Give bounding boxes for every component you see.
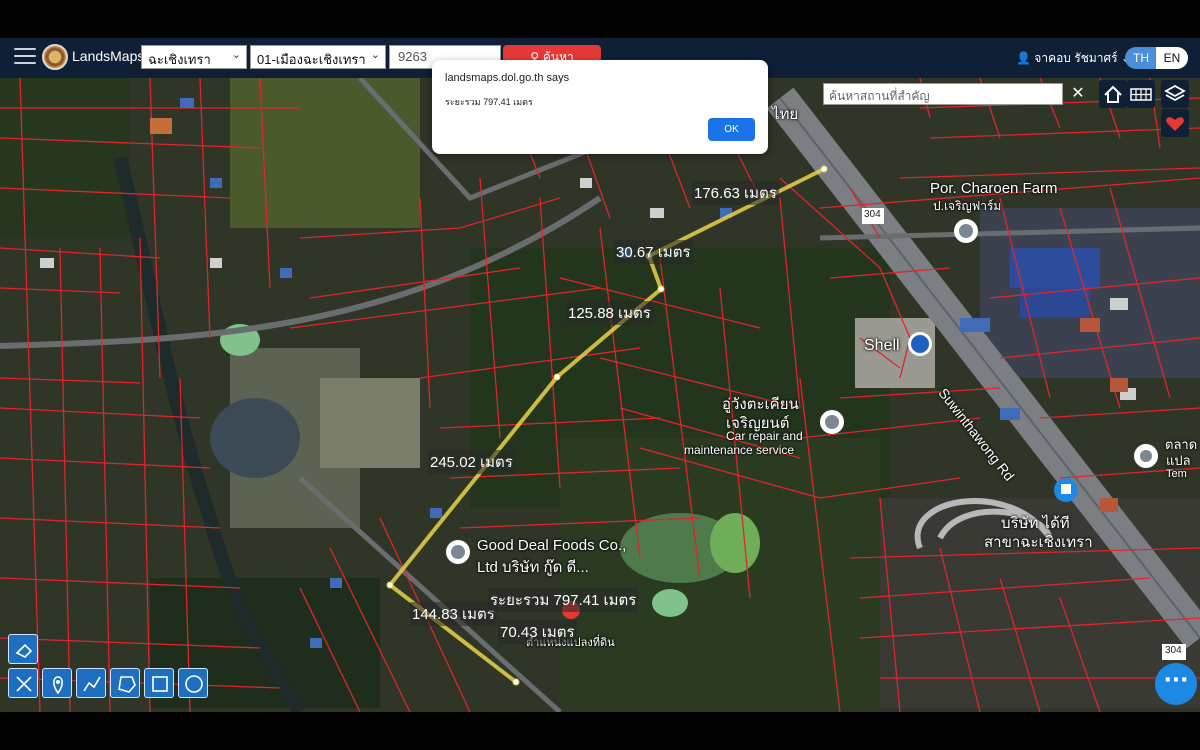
bottom-letterbox (0, 712, 1200, 750)
chevron-down-icon: ⌄ (370, 49, 380, 61)
route-badge: 304 (864, 209, 881, 220)
more-options-button[interactable]: ··· (1155, 663, 1197, 705)
polyline-icon[interactable] (76, 668, 106, 698)
place-label-repair-en1: Car repair and (726, 429, 803, 443)
district-select-value: 01-เมืองฉะเชิงเทรา (257, 52, 366, 67)
measure-label: 70.43 เมตร (498, 620, 577, 644)
lang-th-button[interactable]: TH (1125, 47, 1157, 69)
lang-en-button[interactable]: EN (1156, 47, 1188, 69)
place-search-input[interactable]: ค้นหาสถานที่สำคัญ (823, 83, 1063, 105)
circle-icon[interactable] (178, 668, 208, 698)
map-imagery (0, 78, 1200, 712)
layers-icon[interactable] (1161, 80, 1189, 108)
place-label-shell: Shell (864, 337, 900, 354)
chevron-down-icon: ⌄ (231, 49, 241, 61)
menu-icon[interactable] (14, 48, 36, 66)
dialog-title: landsmaps.dol.go.th says (445, 72, 570, 84)
polygon-icon[interactable] (110, 668, 140, 698)
ok-button[interactable]: OK (708, 118, 755, 141)
place-label-repair-en2: maintenance service (684, 443, 795, 457)
province-select[interactable]: ฉะเชิงเทรา ⌄ (141, 45, 247, 69)
place-label-market-3: Tem (1166, 468, 1187, 480)
user-name: จาคอบ รัชมาศร์ (1034, 51, 1118, 65)
route-badge-2: 304 (1165, 645, 1182, 656)
alert-dialog: landsmaps.dol.go.th says ระยะรวม 797.41 … (432, 60, 768, 154)
place-label-gooddeal-2: Ltd บริษัท กู๊ด ดี... (477, 559, 589, 576)
grid-icon[interactable] (1127, 80, 1155, 108)
measure-label: 125.88 เมตร (566, 301, 653, 325)
eraser-icon[interactable] (8, 634, 38, 664)
measure-tool-icon[interactable] (8, 668, 38, 698)
user-menu[interactable]: 👤 จาคอบ รัชมาศร์ ⌄ (1016, 49, 1131, 68)
location-pin-icon[interactable] (42, 668, 72, 698)
rectangle-icon[interactable] (144, 668, 174, 698)
favorite-heart-icon[interactable] (1161, 109, 1189, 137)
place-label-gooddeal-1: Good Deal Foods Co., (477, 537, 627, 554)
place-label-por-charoen-en: Por. Charoen Farm (930, 180, 1058, 197)
dialog-message: ระยะรวม 797.41 เมตร (445, 97, 533, 107)
place-label-company-th2: สาขาฉะเชิงเทรา (984, 534, 1093, 551)
place-label-por-charoen-th: ป.เจริญฟาร์ม (933, 199, 1002, 213)
map-canvas[interactable]: ไทย Por. Charoen Farm ป.เจริญฟาร์ม Shell… (0, 78, 1200, 712)
home-icon[interactable] (1099, 80, 1127, 108)
dol-logo-icon (42, 44, 68, 70)
close-icon[interactable]: ✕ (1066, 81, 1090, 105)
measure-label: 176.63 เมตร (692, 181, 779, 205)
brand-title: LandsMaps (72, 48, 145, 64)
measure-total-label: ระยะรวม 797.41 เมตร (488, 588, 639, 612)
place-label-thai: ไทย (772, 106, 799, 123)
province-select-value: ฉะเชิงเทรา (148, 52, 211, 67)
ellipsis-icon: ··· (1163, 668, 1189, 693)
measure-label: 30.67 เมตร (614, 240, 693, 264)
measure-label: 144.83 เมตร (410, 602, 497, 626)
user-icon: 👤 (1016, 51, 1031, 65)
top-letterbox (0, 0, 1200, 38)
measure-label: 245.02 เมตร (428, 450, 515, 474)
district-select[interactable]: 01-เมืองฉะเชิงเทรา ⌄ (250, 45, 386, 69)
